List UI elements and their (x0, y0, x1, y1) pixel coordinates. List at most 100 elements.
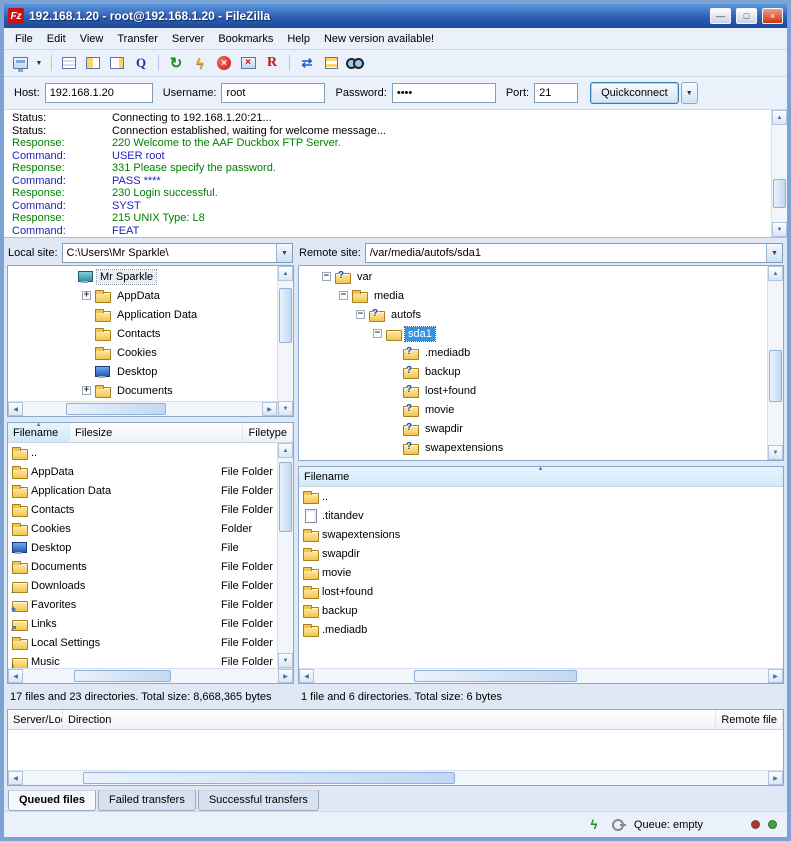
toolbar-icon[interactable] (344, 52, 366, 74)
toolbar-icon[interactable]: ⇄ (296, 52, 318, 74)
tree-item[interactable]: Desktop (8, 362, 277, 381)
tree-item[interactable]: AppData (8, 286, 277, 305)
local-tree-hscrollbar[interactable]: ◀ ▶ (8, 401, 277, 416)
tree-item[interactable]: dvd (299, 457, 767, 460)
scroll-right-icon[interactable]: ▶ (768, 669, 783, 683)
tree-item[interactable]: backup (299, 362, 767, 381)
file-row[interactable]: Contacts File Folder (8, 500, 277, 519)
toolbar-icon[interactable] (47, 52, 56, 74)
log-scrollbar[interactable]: ▲ ▼ (771, 110, 787, 237)
tree-item[interactable]: swapextensions (299, 438, 767, 457)
file-row[interactable]: .. (299, 487, 783, 506)
dropdown-icon[interactable]: ▼ (766, 244, 782, 262)
tree-item[interactable]: Cookies (8, 343, 277, 362)
scroll-right-icon[interactable]: ▶ (768, 771, 783, 785)
toolbar-icon[interactable]: × (237, 52, 259, 74)
column-header[interactable]: ▲ Filesize (70, 423, 243, 442)
file-row[interactable]: Favorites File Folder (8, 595, 277, 614)
scroll-left-icon[interactable]: ◀ (299, 669, 314, 683)
expander-icon[interactable] (373, 329, 382, 338)
file-row[interactable]: swapextensions (299, 525, 783, 544)
queue-column-header[interactable]: Direction (63, 710, 716, 729)
tree-item[interactable]: movie (299, 400, 767, 419)
queue-column-header[interactable]: Remote file (716, 710, 783, 729)
scroll-down-icon[interactable]: ▼ (278, 401, 293, 416)
quickconnect-dropdown-icon[interactable]: ▼ (681, 82, 698, 104)
tree-item[interactable]: sda1 (299, 324, 767, 343)
file-row[interactable]: Documents File Folder (8, 557, 277, 576)
toolbar-icon[interactable] (82, 52, 104, 74)
file-row[interactable]: movie (299, 563, 783, 582)
password-input[interactable] (392, 83, 496, 103)
scroll-down-icon[interactable]: ▼ (772, 222, 787, 237)
menu-item[interactable]: New version available! (317, 30, 441, 48)
queue-hscrollbar[interactable]: ◀ ▶ (8, 770, 783, 785)
toolbar-icon[interactable] (320, 52, 342, 74)
menu-item[interactable]: Help (280, 30, 317, 48)
scroll-right-icon[interactable]: ▶ (278, 669, 293, 683)
file-row[interactable]: Music File Folder (8, 652, 277, 668)
column-header[interactable]: ▲ Filename (299, 467, 783, 486)
scroll-down-icon[interactable]: ▼ (768, 445, 783, 460)
tree-item[interactable]: autofs (299, 305, 767, 324)
toolbar-icon[interactable] (154, 52, 163, 74)
local-list-hscrollbar[interactable]: ◀ ▶ (8, 668, 293, 683)
local-list-vscrollbar[interactable]: ▲ ▼ (277, 443, 293, 668)
scroll-up-icon[interactable]: ▲ (768, 266, 783, 281)
remote-tree-vscrollbar[interactable]: ▲ ▼ (767, 266, 783, 460)
close-button[interactable]: × (762, 8, 783, 24)
scroll-left-icon[interactable]: ◀ (8, 669, 23, 683)
file-row[interactable]: Links File Folder (8, 614, 277, 633)
tree-item[interactable]: media (299, 286, 767, 305)
toolbar-icon[interactable]: ▼ (33, 52, 45, 74)
toolbar-icon[interactable]: ↻ (165, 52, 187, 74)
queue-column-header[interactable]: Server/Local file (8, 710, 63, 729)
maximize-button[interactable]: □ (736, 8, 757, 24)
toolbar-icon[interactable]: ϟ (189, 52, 211, 74)
tree-item[interactable]: .mediadb (299, 343, 767, 362)
toolbar-icon[interactable] (58, 52, 80, 74)
tree-item[interactable]: Contacts (8, 324, 277, 343)
menu-item[interactable]: Server (165, 30, 211, 48)
scroll-up-icon[interactable]: ▲ (278, 443, 293, 458)
queue-tab[interactable]: Queued files (8, 790, 96, 811)
file-row[interactable]: Local Settings File Folder (8, 633, 277, 652)
column-header[interactable]: ▲ Filetype (243, 423, 293, 442)
file-row[interactable]: Desktop File (8, 538, 277, 557)
queue-tab[interactable]: Failed transfers (98, 790, 196, 811)
expander-icon[interactable] (356, 310, 365, 319)
dropdown-icon[interactable]: ▼ (276, 244, 292, 262)
tree-item[interactable]: lost+found (299, 381, 767, 400)
scroll-up-icon[interactable]: ▲ (772, 110, 787, 125)
menu-item[interactable]: File (8, 30, 40, 48)
toolbar-icon[interactable]: Q (130, 52, 152, 74)
local-tree-vscrollbar[interactable]: ▲ ▼ (277, 266, 293, 416)
expander-icon[interactable] (82, 386, 91, 395)
tree-item[interactable]: swapdir (299, 419, 767, 438)
toolbar-icon[interactable] (9, 52, 31, 74)
tree-item[interactable]: var (299, 267, 767, 286)
username-input[interactable] (221, 83, 325, 103)
menu-item[interactable]: View (73, 30, 111, 48)
file-row[interactable]: AppData File Folder (8, 462, 277, 481)
file-row[interactable]: .. (8, 443, 277, 462)
expander-icon[interactable] (339, 291, 348, 300)
file-row[interactable]: Cookies Folder (8, 519, 277, 538)
file-row[interactable]: .titandev (299, 506, 783, 525)
scroll-left-icon[interactable]: ◀ (8, 402, 23, 416)
toolbar-icon[interactable] (285, 52, 294, 74)
file-row[interactable]: backup (299, 601, 783, 620)
menu-item[interactable]: Edit (40, 30, 73, 48)
tree-item[interactable]: Application Data (8, 305, 277, 324)
remote-list-hscrollbar[interactable]: ◀ ▶ (299, 668, 783, 683)
host-input[interactable] (45, 83, 153, 103)
menu-item[interactable]: Transfer (110, 30, 165, 48)
tree-item[interactable]: Documents (8, 381, 277, 400)
scroll-right-icon[interactable]: ▶ (262, 402, 277, 416)
quickconnect-button[interactable]: Quickconnect (590, 82, 679, 104)
local-path-combo[interactable]: C:\Users\Mr Sparkle\ ▼ (62, 243, 293, 263)
queue-tab[interactable]: Successful transfers (198, 790, 319, 811)
menu-item[interactable]: Bookmarks (211, 30, 280, 48)
speed-limit-icon[interactable] (586, 817, 602, 833)
remote-path-combo[interactable]: /var/media/autofs/sda1 ▼ (365, 243, 783, 263)
